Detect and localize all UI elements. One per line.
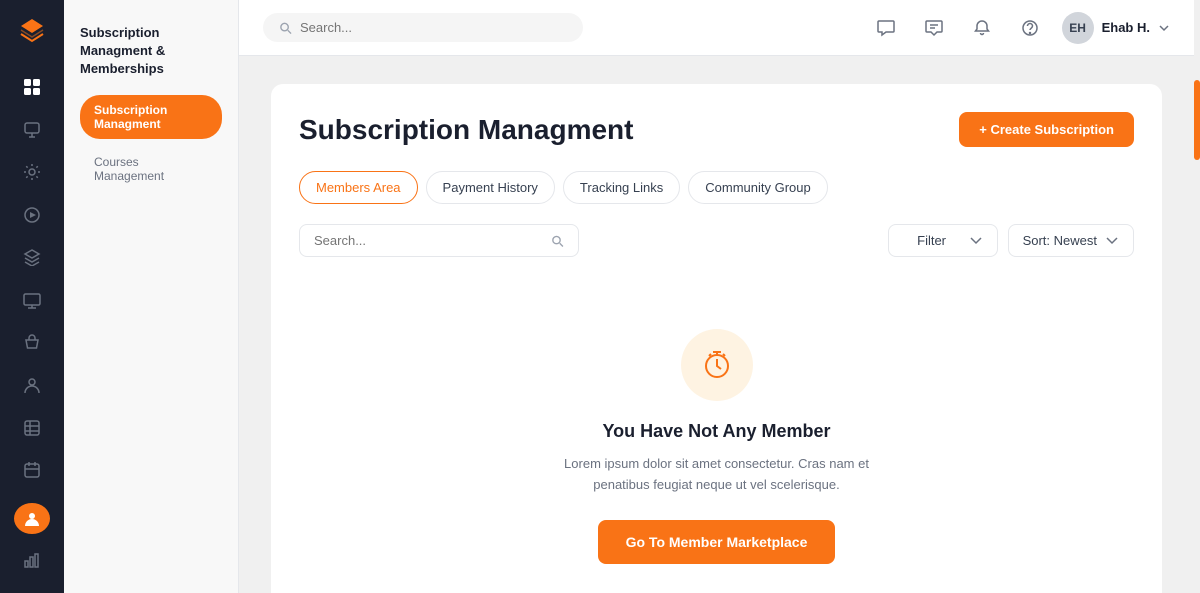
tab-community-group[interactable]: Community Group [688, 171, 827, 204]
empty-icon-circle [681, 329, 753, 401]
create-subscription-button[interactable]: + Create Subscription [959, 112, 1134, 147]
person-icon[interactable] [12, 368, 52, 403]
search-box[interactable] [263, 13, 583, 42]
calendar-icon[interactable] [12, 453, 52, 488]
left-panel: Subscription Managment & Memberships Sub… [64, 0, 239, 593]
help-icon[interactable] [1014, 12, 1046, 44]
topbar-right: EH Ehab H. [870, 12, 1170, 44]
bell-icon[interactable] [966, 12, 998, 44]
left-panel-title: Subscription Managment & Memberships [80, 24, 222, 79]
search-icon [279, 21, 292, 35]
gear-icon[interactable] [12, 155, 52, 190]
content-search[interactable] [299, 224, 579, 257]
topbar: EH Ehab H. [239, 0, 1194, 56]
play-icon[interactable] [12, 198, 52, 233]
logo [18, 16, 46, 50]
sidebar [0, 0, 64, 593]
user-name: Ehab H. [1102, 20, 1150, 35]
tab-members-area[interactable]: Members Area [299, 171, 418, 204]
filter-sort-row: Filter Sort: Newest [888, 224, 1134, 257]
page-title: Subscription Managment [299, 114, 633, 146]
content: Subscription Managment + Create Subscrip… [239, 56, 1194, 593]
tab-tracking-links[interactable]: Tracking Links [563, 171, 680, 204]
nav-item-courses[interactable]: Courses Management [80, 147, 222, 191]
filter-dropdown[interactable]: Filter [888, 224, 998, 257]
chevron-down-icon [1158, 22, 1170, 34]
empty-state: You Have Not Any Member Lorem ipsum dolo… [299, 289, 1134, 593]
desktop-icon[interactable] [12, 283, 52, 318]
content-card: Subscription Managment + Create Subscrip… [271, 84, 1162, 593]
message-icon[interactable] [870, 12, 902, 44]
empty-description: Lorem ipsum dolor sit amet consectetur. … [547, 454, 887, 496]
search-input[interactable] [300, 20, 567, 35]
avatar: EH [1062, 12, 1094, 44]
sort-chevron-icon [1105, 234, 1119, 248]
timer-icon [701, 349, 733, 381]
content-search-input[interactable] [314, 233, 543, 248]
search-filter-row: Filter Sort: Newest [299, 224, 1134, 257]
nav-item-subscription[interactable]: Subscription Managment [80, 95, 222, 139]
tab-payment-history[interactable]: Payment History [426, 171, 555, 204]
layers-icon[interactable] [12, 240, 52, 275]
content-search-icon [551, 234, 564, 248]
filter-chevron-icon [969, 234, 983, 248]
tabs: Members Area Payment History Tracking Li… [299, 171, 1134, 204]
sort-dropdown[interactable]: Sort: Newest [1008, 224, 1134, 257]
empty-title: You Have Not Any Member [602, 421, 830, 442]
user-bottom-icon[interactable] [14, 503, 50, 534]
main-area: EH Ehab H. Subscription Managment + Crea… [239, 0, 1194, 593]
dashboard-icon[interactable] [12, 70, 52, 105]
go-to-marketplace-button[interactable]: Go To Member Marketplace [598, 520, 836, 564]
chat-icon[interactable] [918, 12, 950, 44]
table-icon[interactable] [12, 410, 52, 445]
monitor-icon[interactable] [12, 113, 52, 148]
user-info[interactable]: EH Ehab H. [1062, 12, 1170, 44]
scroll-thumb[interactable] [1194, 80, 1200, 160]
scroll-indicator [1194, 0, 1200, 593]
content-header: Subscription Managment + Create Subscrip… [299, 112, 1134, 147]
bag-icon[interactable] [12, 325, 52, 360]
stats-icon[interactable] [12, 542, 52, 577]
